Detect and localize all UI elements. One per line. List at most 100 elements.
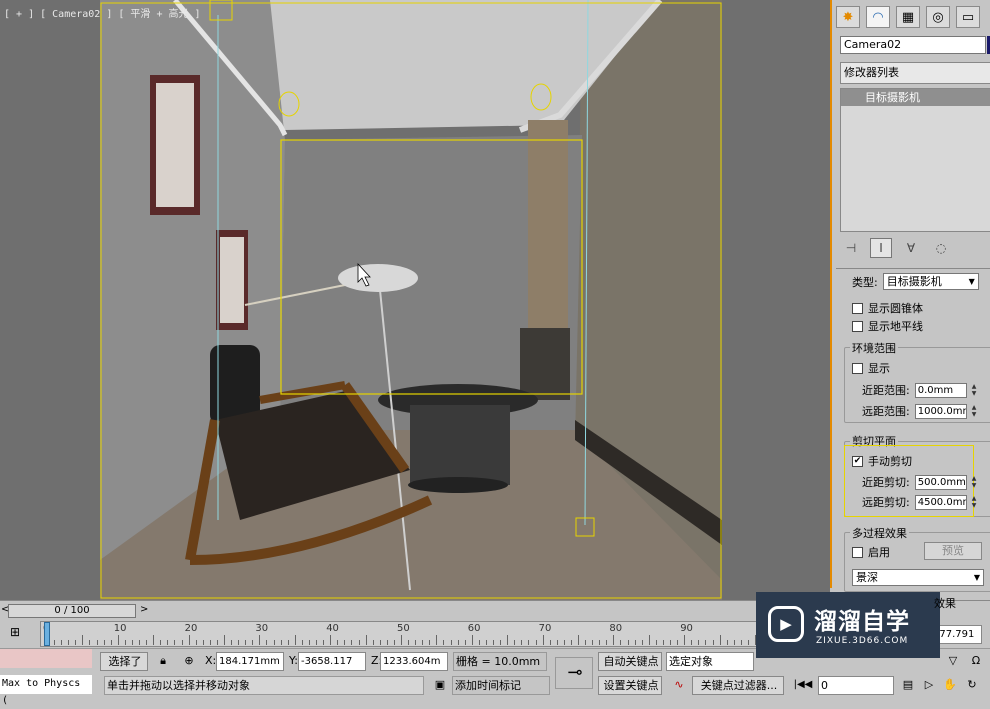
modify-icon[interactable]: ◠ — [866, 6, 890, 28]
camera-viewport[interactable]: [ + ] [ Camera02 ] [ 平滑 + 高光 ] — [0, 0, 830, 600]
manual-clip-checkbox[interactable]: ✔ — [852, 455, 863, 467]
key-filters-button[interactable]: 关键点过滤器... — [692, 676, 784, 695]
go-to-start-icon[interactable]: |◀◀ — [790, 676, 814, 695]
current-frame-field[interactable]: 0 — [818, 676, 894, 695]
pin-stack-icon[interactable]: ⊣ — [840, 238, 862, 258]
maxscript-listener[interactable] — [0, 649, 92, 668]
ruler-tick — [344, 640, 346, 645]
modifier-list-dropdown[interactable]: 修改器列表 — [840, 62, 990, 84]
near-clip-input[interactable]: 500.0mm — [914, 474, 967, 490]
z-coordinate-field[interactable]: 1233.604m — [380, 652, 448, 671]
prompt-line: 单击并拖动以选择并移动对象 — [104, 676, 424, 695]
ruler-tick — [585, 640, 587, 645]
far-clip-spinner[interactable]: ▲ ▼ — [972, 495, 980, 510]
make-unique-icon[interactable]: ∀ — [900, 238, 922, 258]
time-ruler[interactable]: 0102030405060708090 — [40, 621, 760, 647]
orbit-camera-icon[interactable]: Ω — [966, 652, 984, 671]
ruler-tick — [740, 640, 742, 645]
track-view-icon[interactable]: ⊞ — [4, 625, 26, 643]
next-frame-button[interactable]: > — [140, 604, 148, 615]
manual-clip-row[interactable]: ✔ 手动剪切 — [852, 453, 912, 469]
show-cone-checkbox[interactable] — [852, 302, 863, 314]
current-frame-marker[interactable] — [44, 622, 50, 646]
modifier-stack[interactable]: 目标摄影机 — [840, 88, 990, 232]
ruler-tick — [705, 640, 707, 645]
near-clip-spinner[interactable]: ▲ ▼ — [972, 475, 980, 490]
ruler-tick — [698, 640, 700, 645]
motion-icon[interactable]: ◎ — [926, 6, 950, 28]
stack-item-target-camera[interactable]: 目标摄影机 — [841, 89, 990, 106]
key-mode-dropdown[interactable]: 选定对象 — [666, 652, 754, 671]
hierarchy-icon[interactable]: ▦ — [896, 6, 920, 28]
ruler-tick — [96, 640, 98, 645]
ruler-tick — [195, 640, 197, 645]
ruler-tick — [131, 640, 133, 645]
show-horizon-label: 显示地平线 — [868, 320, 923, 333]
watermark-url: ZIXUE.3D66.COM — [816, 636, 909, 646]
ruler-tick — [252, 640, 254, 645]
zoom-icon[interactable]: ▷ — [920, 676, 936, 695]
env-show-checkbox[interactable] — [852, 362, 863, 374]
ruler-tick — [124, 640, 126, 645]
object-name-field[interactable]: Camera02 — [840, 36, 986, 54]
x-coordinate-field[interactable]: 184.171mm — [216, 652, 284, 671]
ruler-tick — [655, 640, 657, 645]
ruler-tick — [259, 635, 261, 645]
y-coordinate-field[interactable]: -3658.117 — [298, 652, 366, 671]
ruler-tick — [68, 640, 70, 645]
time-slider[interactable]: 0 / 100 — [8, 604, 136, 618]
far-range-spinner[interactable]: ▲ ▼ — [972, 404, 980, 419]
show-horizon-row[interactable]: 显示地平线 — [852, 318, 923, 334]
remove-modifier-icon[interactable]: ◌ — [930, 238, 952, 258]
multipass-title: 多过程效果 — [850, 525, 909, 541]
show-cone-row[interactable]: 显示圆锥体 — [852, 300, 923, 316]
env-show-row[interactable]: 显示 — [852, 360, 890, 376]
field-of-view-icon[interactable]: ▽ — [944, 652, 960, 671]
camera-type-dropdown[interactable]: 目标摄影机 — [882, 273, 979, 290]
ruler-tick — [528, 640, 530, 645]
time-config-icon[interactable]: ▤ — [898, 676, 916, 695]
display-icon[interactable]: ▭ — [956, 6, 980, 28]
ruler-tick — [202, 640, 204, 645]
absolute-mode-icon[interactable]: ⊕ — [178, 652, 198, 671]
ruler-tick-label: 30 — [255, 623, 269, 634]
set-key-button[interactable]: 设置关键点 — [598, 676, 662, 695]
ruler-tick — [563, 640, 565, 645]
ruler-tick — [209, 640, 211, 645]
maxscript-text[interactable]: Max to Physcs ( — [0, 675, 92, 706]
key-tangent-icon[interactable]: ∿ — [666, 676, 690, 695]
orbit-icon[interactable]: ↻ — [962, 676, 980, 695]
preview-button[interactable]: 预览 — [924, 542, 982, 560]
add-time-tag-button[interactable]: 添加时间标记 — [452, 676, 550, 695]
create-icon[interactable]: ✸ — [836, 6, 860, 28]
ruler-tick — [415, 640, 417, 645]
ruler-tick — [103, 640, 105, 645]
set-key-icon[interactable]: ⊸ — [555, 657, 593, 689]
near-clip-row: 近距剪切: 500.0mm ▲ ▼ — [862, 474, 980, 490]
ruler-tick — [245, 640, 247, 645]
enable-checkbox[interactable] — [852, 546, 863, 558]
ruler-tick — [365, 635, 367, 645]
effect-dropdown[interactable]: 景深 — [852, 569, 984, 586]
near-range-input[interactable]: 0.0mm — [914, 382, 967, 398]
lock-selection-icon[interactable]: 🔒︎ — [153, 652, 171, 671]
ruler-tick — [556, 640, 558, 645]
show-horizon-checkbox[interactable] — [852, 320, 863, 332]
command-panel-tabs: ✸ ◠ ▦ ◎ ▭ — [836, 6, 980, 28]
ruler-tick — [578, 635, 579, 645]
pan-icon[interactable]: ✋ — [940, 676, 958, 695]
time-tag-icon[interactable]: ▣ — [428, 676, 450, 695]
near-range-spinner[interactable]: ▲ ▼ — [972, 383, 980, 398]
far-clip-input[interactable]: 4500.0mm — [914, 494, 967, 510]
enable-row[interactable]: 启用 — [852, 544, 890, 560]
camera-type-label: 类型: — [852, 275, 878, 289]
ruler-tick — [146, 640, 148, 645]
auto-key-button[interactable]: 自动关键点 — [598, 652, 662, 671]
show-end-result-icon[interactable]: I — [870, 238, 892, 258]
ruler-tick — [408, 640, 410, 645]
viewport-label[interactable]: [ + ] [ Camera02 ] [ 平滑 + 高光 ] — [4, 5, 201, 20]
effect-label-tail: 效果 — [934, 597, 956, 610]
ruler-tick — [294, 635, 296, 645]
far-range-input[interactable]: 1000.0mm — [914, 403, 967, 419]
ruler-tick — [181, 640, 183, 645]
